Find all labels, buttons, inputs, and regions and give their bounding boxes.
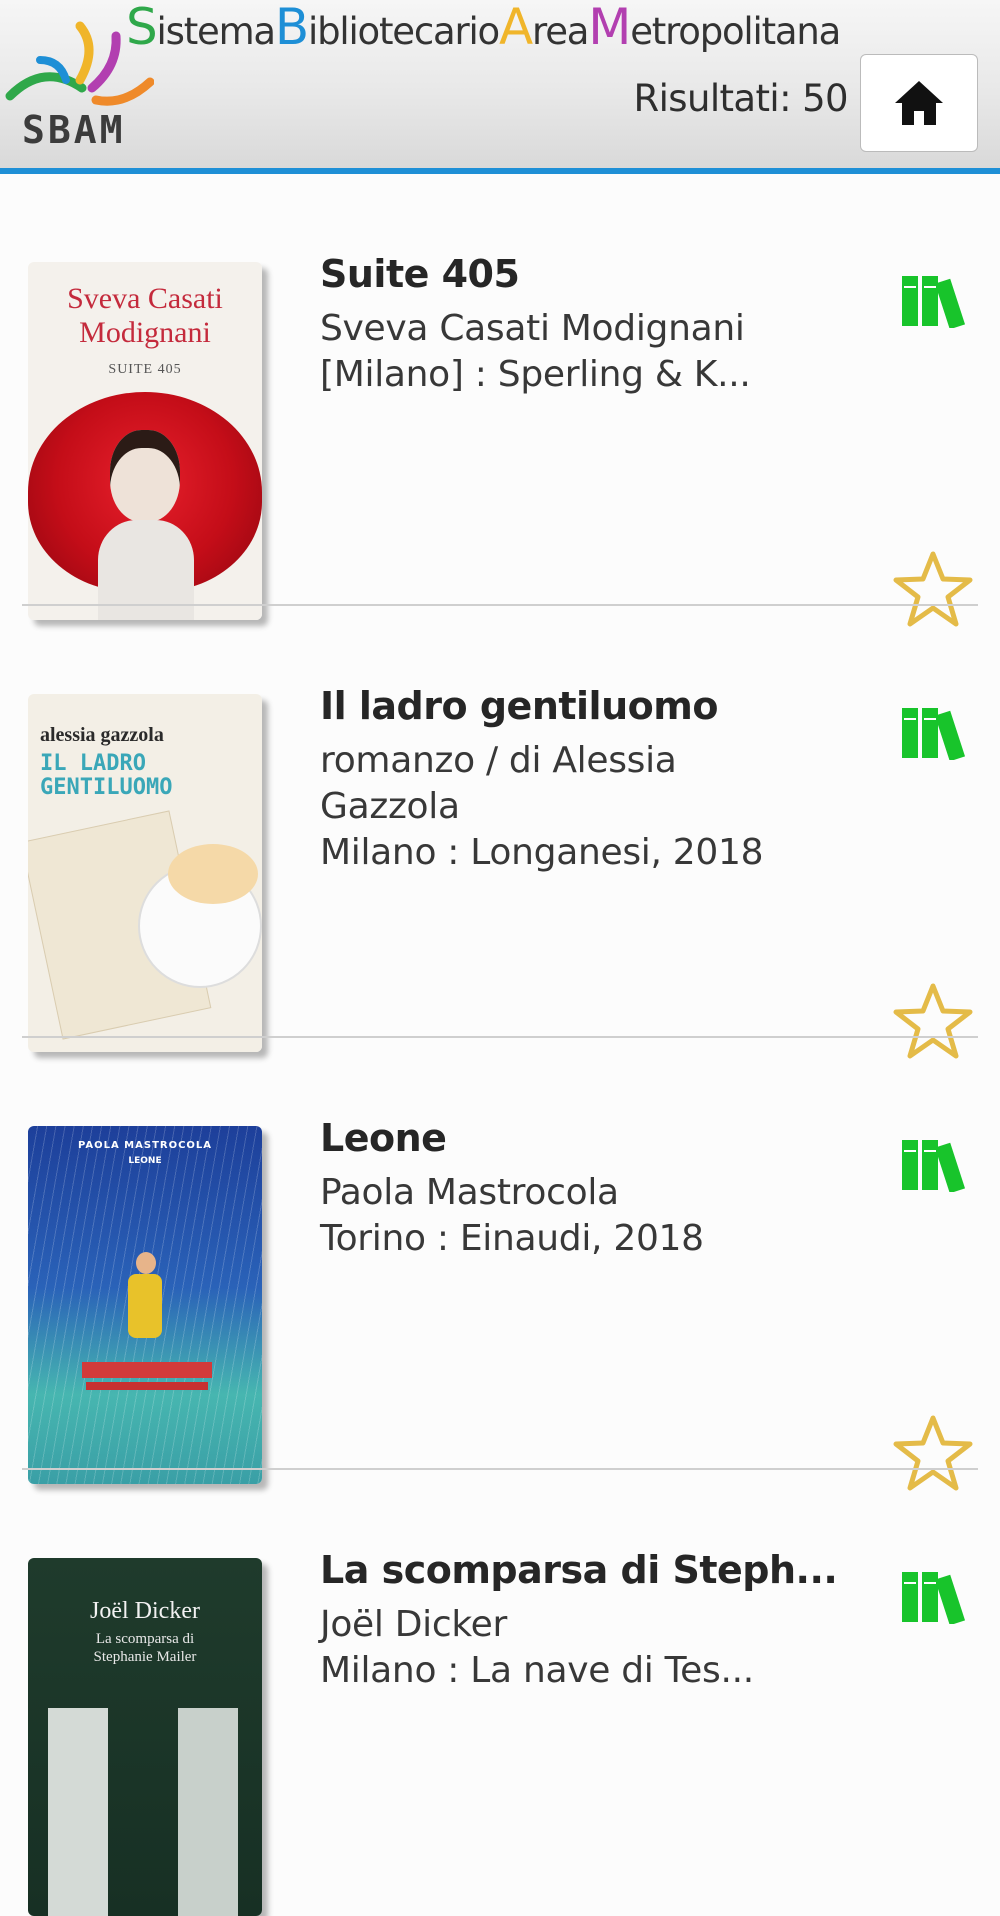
books-icon[interactable] — [900, 704, 974, 760]
cover-author: PAOLA MASTROCOLA — [77, 1140, 213, 1151]
app-header: SBAM SistemaBibliotecarioAreaMetropolita… — [0, 0, 1000, 174]
result-item[interactable]: Sveva Casati Modignani SUITE 405 Suite 4… — [0, 174, 1000, 627]
books-icon[interactable] — [900, 1136, 974, 1192]
home-button[interactable] — [860, 54, 978, 152]
cover-title: IL LADRO GENTILUOMO — [40, 751, 173, 800]
book-detail-line: romanzo / di Alessia — [320, 740, 677, 781]
book-cover[interactable]: PAOLA MASTROCOLA LEONE — [28, 1126, 262, 1484]
brand-title-part: M — [588, 0, 631, 56]
brand-title-part: B — [274, 0, 309, 56]
book-cover[interactable]: Sveva Casati Modignani SUITE 405 — [28, 262, 262, 620]
book-detail-line: Joël Dicker — [320, 1604, 507, 1645]
book-detail-line: Milano : Longanesi, 2018 — [320, 832, 764, 873]
book-title[interactable]: Leone — [320, 1116, 447, 1160]
book-cover[interactable]: alessia gazzola IL LADRO GENTILUOMO — [28, 694, 262, 1052]
book-detail-line: Gazzola — [320, 786, 460, 827]
cover-title: LEONE — [128, 1156, 162, 1166]
results-count: Risultati: 50 — [633, 77, 849, 120]
book-detail-line: Sveva Casati Modignani — [320, 308, 745, 349]
book-title[interactable]: La scomparsa di Steph... — [320, 1548, 838, 1592]
book-detail-line: Milano : La nave di Tes... — [320, 1650, 754, 1691]
book-title[interactable]: Il ladro gentiluomo — [320, 684, 718, 728]
cover-title: La scomparsa di Stephanie Mailer — [93, 1631, 197, 1665]
brand-title: SistemaBibliotecarioAreaMetropolitana — [126, 0, 841, 56]
books-icon[interactable] — [900, 1568, 974, 1624]
home-icon — [895, 81, 943, 125]
book-detail-line: [Milano] : Sperling & K... — [320, 354, 751, 395]
book-detail-line: Torino : Einaudi, 2018 — [320, 1218, 704, 1259]
book-cover[interactable]: Joël Dicker La scomparsa di Stephanie Ma… — [28, 1558, 262, 1916]
book-title[interactable]: Suite 405 — [320, 252, 520, 296]
result-item[interactable]: PAOLA MASTROCOLA LEONE Leone Paola Mastro… — [0, 1038, 1000, 1491]
book-detail-line: Paola Mastrocola — [320, 1172, 619, 1213]
result-item[interactable]: alessia gazzola IL LADRO GENTILUOMO Il l… — [0, 606, 1000, 1059]
logo-text: SBAM — [22, 108, 126, 152]
cover-author: Joël Dicker — [90, 1598, 200, 1624]
brand-title-part: ibliotecario — [308, 10, 500, 53]
cover-author: Sveva Casati Modignani — [67, 282, 223, 349]
result-item[interactable]: Joël Dicker La scomparsa di Stephanie Ma… — [0, 1470, 1000, 1916]
brand-title-part: rea — [532, 10, 589, 53]
brand-title-part: S — [126, 0, 158, 56]
cover-author: alessia gazzola — [40, 724, 164, 746]
cover-title: SUITE 405 — [108, 362, 182, 377]
brand-title-part: A — [498, 0, 533, 56]
brand-title-part: etropolitana — [630, 10, 841, 53]
books-icon[interactable] — [900, 272, 974, 328]
brand-title-part: istema — [156, 10, 277, 53]
